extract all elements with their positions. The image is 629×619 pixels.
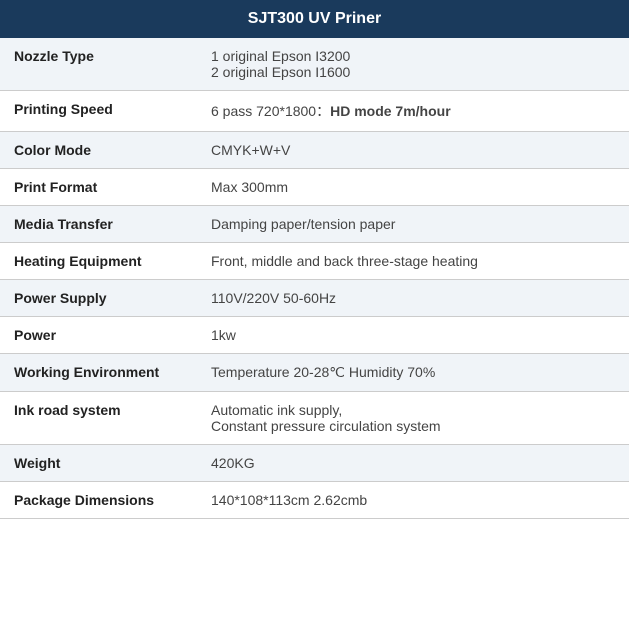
spec-value: Temperature 20-28℃ Humidity 70% [197, 354, 629, 392]
spec-value-line: 2 original Epson I1600 [211, 64, 350, 80]
spec-label: Color Mode [0, 132, 197, 169]
table-row: Ink road systemAutomatic ink supply,Cons… [0, 392, 629, 445]
spec-value-line: 1 original Epson I3200 [211, 48, 350, 64]
spec-value-line: Constant pressure circulation system [211, 418, 441, 434]
spec-label: Print Format [0, 169, 197, 206]
spec-label: Working Environment [0, 354, 197, 392]
spec-value: CMYK+W+V [197, 132, 629, 169]
spec-table-wrapper: SJT300 UV Priner Nozzle Type1 original E… [0, 0, 629, 519]
spec-value: 1 original Epson I32002 original Epson I… [197, 38, 629, 91]
header-title: SJT300 UV Priner [248, 10, 381, 27]
table-row: Power Supply110V/220V 50-60Hz [0, 280, 629, 317]
spec-value: 110V/220V 50-60Hz [197, 280, 629, 317]
spec-value: 6 pass 720*1800：HD mode 7m/hour [197, 91, 629, 132]
table-row: Media TransferDamping paper/tension pape… [0, 206, 629, 243]
table-row: Color ModeCMYK+W+V [0, 132, 629, 169]
spec-label: Power Supply [0, 280, 197, 317]
spec-value: Front, middle and back three-stage heati… [197, 243, 629, 280]
spec-label: Heating Equipment [0, 243, 197, 280]
spec-value: 140*108*113cm 2.62cmb [197, 482, 629, 519]
spec-value: 420KG [197, 445, 629, 482]
table-row: Weight420KG [0, 445, 629, 482]
spec-value: 1kw [197, 317, 629, 354]
spec-value-line: Automatic ink supply, [211, 402, 342, 418]
spec-label: Weight [0, 445, 197, 482]
spec-label: Ink road system [0, 392, 197, 445]
spec-value: Automatic ink supply,Constant pressure c… [197, 392, 629, 445]
table-row: Power1kw [0, 317, 629, 354]
spec-label: Nozzle Type [0, 38, 197, 91]
spec-value: Damping paper/tension paper [197, 206, 629, 243]
spec-value-bold: HD mode 7m/hour [330, 103, 451, 119]
spec-label: Printing Speed [0, 91, 197, 132]
spec-label: Package Dimensions [0, 482, 197, 519]
spec-table: Nozzle Type1 original Epson I32002 origi… [0, 38, 629, 519]
table-row: Nozzle Type1 original Epson I32002 origi… [0, 38, 629, 91]
spec-label: Power [0, 317, 197, 354]
table-row: Print FormatMax 300mm [0, 169, 629, 206]
table-row: Printing Speed6 pass 720*1800：HD mode 7m… [0, 91, 629, 132]
table-row: Heating EquipmentFront, middle and back … [0, 243, 629, 280]
spec-label: Media Transfer [0, 206, 197, 243]
table-row: Working EnvironmentTemperature 20-28℃ Hu… [0, 354, 629, 392]
spec-value-normal: 6 pass 720*1800： [211, 103, 330, 119]
spec-value: Max 300mm [197, 169, 629, 206]
table-header: SJT300 UV Priner [0, 0, 629, 38]
table-row: Package Dimensions140*108*113cm 2.62cmb [0, 482, 629, 519]
